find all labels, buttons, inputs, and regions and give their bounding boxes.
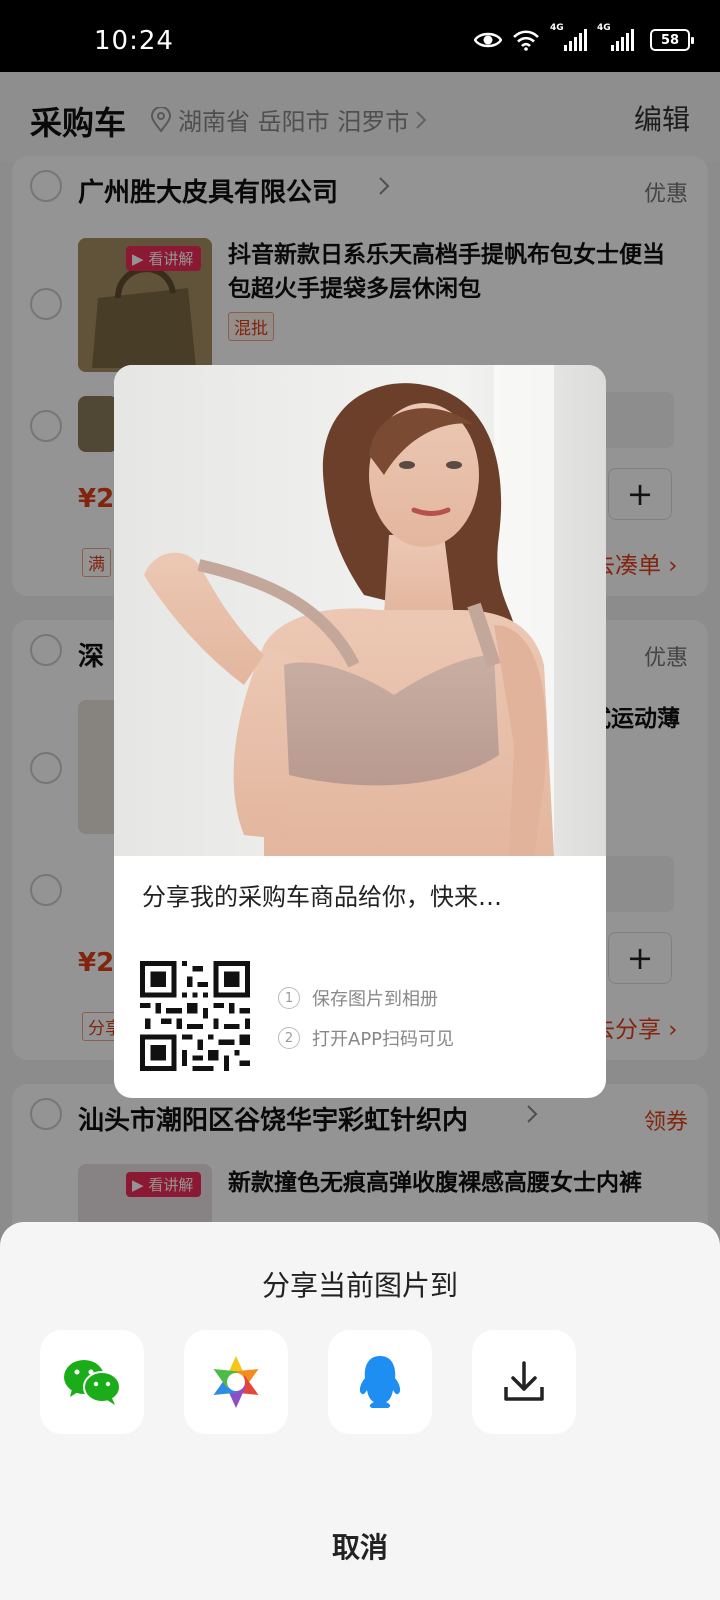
- share-message: 分享我的采购车商品给你，快来…: [142, 883, 502, 911]
- cancel-button[interactable]: 取消: [0, 1492, 720, 1600]
- share-sheet: 分享当前图片到 取消: [0, 1222, 720, 1600]
- moments-icon: [213, 1356, 259, 1408]
- share-qq-button[interactable]: [328, 1330, 432, 1434]
- qq-icon: [359, 1356, 401, 1408]
- wechat-icon: [64, 1360, 121, 1405]
- network-type-2: 4G: [597, 23, 611, 33]
- eye-icon: [474, 32, 502, 48]
- qr-code: [140, 961, 250, 1071]
- share-wechat-button[interactable]: [40, 1330, 144, 1434]
- battery-level: 58: [660, 32, 680, 48]
- share-moments-button[interactable]: [184, 1330, 288, 1434]
- signal-1-icon: 4G: [550, 23, 587, 51]
- battery-icon: 58: [650, 29, 694, 51]
- status-bar: 10:24 4G 4G 58: [0, 0, 720, 72]
- model-photo-illustration: [114, 365, 606, 856]
- download-icon: [504, 1361, 544, 1401]
- wifi-icon: [513, 30, 539, 51]
- qr-instructions: 1 保存图片到相册 2 打开APP扫码可见: [278, 985, 454, 1065]
- save-image-button[interactable]: [472, 1330, 576, 1434]
- network-type-1: 4G: [550, 23, 564, 33]
- product-photo: [114, 365, 606, 856]
- share-sheet-title: 分享当前图片到: [261, 1269, 458, 1302]
- qr-step-1: 1 保存图片到相册: [278, 985, 454, 1011]
- status-time: 10:24: [94, 26, 174, 56]
- share-poster-card: 分享我的采购车商品给你，快来… 1 保存图片到相册 2 打开APP扫码可见: [114, 365, 606, 1098]
- status-icons: 4G 4G 58: [474, 23, 694, 54]
- signal-2-icon: 4G: [597, 23, 634, 51]
- qr-step-2: 2 打开APP扫码可见: [278, 1025, 454, 1051]
